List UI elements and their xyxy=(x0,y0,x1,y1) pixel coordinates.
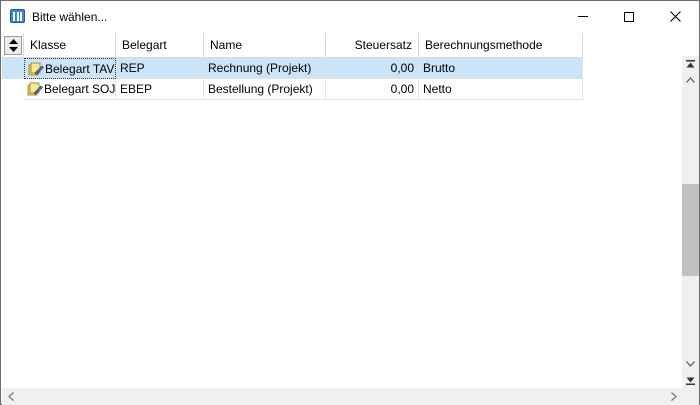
column-header-belegart[interactable]: Belegart xyxy=(116,33,204,58)
scrollbar-header-gap xyxy=(682,33,699,56)
cell-berechnungsmethode[interactable]: Brutto xyxy=(419,58,583,79)
vertical-scroll-thumb[interactable] xyxy=(682,184,699,276)
document-pencil-icon xyxy=(27,82,43,96)
close-button[interactable] xyxy=(652,1,698,32)
chevron-left-icon xyxy=(7,391,14,401)
scroll-down-button[interactable] xyxy=(682,356,699,372)
cell-berechnungsmethode[interactable]: Netto xyxy=(419,79,583,100)
grid-header: Klasse Belegart Name Steuersatz Berechnu… xyxy=(2,33,583,58)
cell-steuersatz[interactable]: 0,00 xyxy=(326,79,419,100)
document-pencil-icon xyxy=(28,62,44,76)
sort-column-header xyxy=(2,33,24,58)
cell-name[interactable]: Bestellung (Projekt) xyxy=(204,79,326,100)
close-icon xyxy=(669,11,681,22)
cell-belegart[interactable]: REP xyxy=(116,58,204,79)
scroll-top-button[interactable] xyxy=(682,56,699,72)
maximize-button[interactable] xyxy=(606,1,652,32)
title-bar[interactable]: Bitte wählen... xyxy=(1,1,699,32)
list-window-icon xyxy=(10,9,25,23)
scroll-left-button[interactable] xyxy=(2,388,19,404)
chevron-up-icon xyxy=(686,77,695,83)
sort-updown-icon xyxy=(8,39,18,52)
dialog-window: Bitte wählen... Klasse Belegart Name Ste… xyxy=(0,0,700,405)
vertical-scrollbar[interactable] xyxy=(682,56,699,388)
cell-belegart[interactable]: EBEP xyxy=(116,79,204,100)
window-title: Bitte wählen... xyxy=(32,10,108,24)
table-row[interactable]: Belegart TAV REP Rechnung (Projekt) 0,00… xyxy=(2,58,583,79)
horizontal-scrollbar[interactable] xyxy=(2,388,682,405)
cell-klasse[interactable]: Belegart SOJ xyxy=(24,79,116,100)
maximize-icon xyxy=(624,11,634,22)
minimize-icon xyxy=(578,16,588,17)
scroll-up-button[interactable] xyxy=(682,72,699,88)
klasse-label: Belegart TAV xyxy=(45,62,115,76)
scrollbar-corner xyxy=(682,388,699,405)
column-header-klasse[interactable]: Klasse xyxy=(24,33,116,58)
scroll-bottom-button[interactable] xyxy=(682,372,699,388)
scroll-to-top-icon xyxy=(686,59,695,67)
column-header-berechnungsmethode[interactable]: Berechnungsmethode xyxy=(419,33,583,58)
minimize-button[interactable] xyxy=(560,1,606,32)
cell-name[interactable]: Rechnung (Projekt) xyxy=(204,58,326,79)
sort-button[interactable] xyxy=(4,36,22,55)
cell-steuersatz[interactable]: 0,00 xyxy=(326,58,419,79)
cell-klasse[interactable]: Belegart TAV xyxy=(24,58,116,79)
chevron-right-icon xyxy=(670,391,677,401)
scroll-right-button[interactable] xyxy=(665,388,682,404)
column-header-name[interactable]: Name xyxy=(204,33,326,58)
scroll-to-bottom-icon xyxy=(686,377,695,385)
table-row[interactable]: Belegart SOJ EBEP Bestellung (Projekt) 0… xyxy=(2,79,583,100)
selection-grid: Klasse Belegart Name Steuersatz Berechnu… xyxy=(2,33,682,388)
klasse-label: Belegart SOJ xyxy=(44,82,116,96)
column-header-steuersatz[interactable]: Steuersatz xyxy=(326,33,419,58)
chevron-down-icon xyxy=(686,361,695,367)
